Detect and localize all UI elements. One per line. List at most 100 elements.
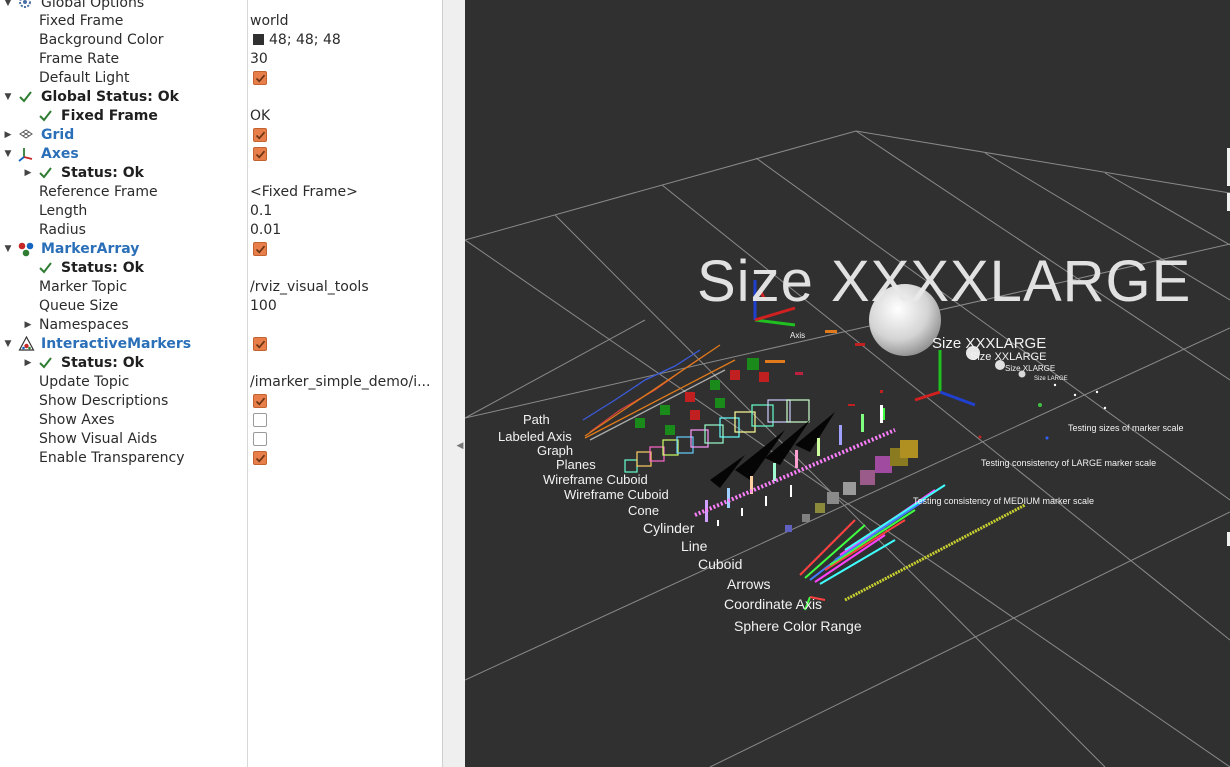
show-axes-label: Show Axes bbox=[39, 412, 115, 428]
expand-arrow-icon[interactable]: ▼ bbox=[2, 88, 14, 107]
cone-label: Cone bbox=[628, 503, 660, 518]
expand-arrow-icon[interactable]: ▼ bbox=[2, 145, 14, 164]
size-large-label: Size LARGE bbox=[1034, 376, 1068, 382]
row-axes[interactable]: ▼ Axes bbox=[0, 145, 442, 164]
checkmark-icon bbox=[38, 108, 54, 125]
frame-rate-label: Frame Rate bbox=[39, 51, 120, 67]
expand-arrow-icon[interactable]: ▼ bbox=[2, 240, 14, 259]
path-label: Path bbox=[523, 412, 550, 427]
fixed-frame-value[interactable]: world bbox=[250, 12, 289, 31]
cuboid-label: Cuboid bbox=[698, 556, 743, 572]
update-topic-value[interactable]: /imarker_simple_demo/i... bbox=[250, 373, 430, 392]
axis-tiny-label: Axis bbox=[790, 331, 806, 340]
wireframe-cuboid-label-2: Wireframe Cuboid bbox=[564, 487, 669, 502]
size-xxlarge-label: Size XXLARGE bbox=[970, 351, 1047, 363]
marker-array-status-label: Status: Ok bbox=[61, 260, 144, 276]
interactive-markers-label: InteractiveMarkers bbox=[41, 336, 192, 352]
collapse-panel-arrow-icon[interactable]: ◀ bbox=[455, 441, 465, 451]
row-length[interactable]: Length 0.1 bbox=[0, 202, 442, 221]
collapse-arrow-icon[interactable]: ▶ bbox=[22, 164, 34, 183]
row-interactive-markers[interactable]: ▼ InteractiveMarkers bbox=[0, 335, 442, 354]
interactive-markers-checkbox[interactable] bbox=[253, 337, 267, 351]
background-color-value[interactable]: 48; 48; 48 bbox=[253, 31, 341, 50]
show-descriptions-checkbox[interactable] bbox=[253, 394, 267, 408]
fixed-frame-status-value: OK bbox=[250, 108, 271, 124]
row-show-axes[interactable]: Show Axes bbox=[0, 411, 442, 430]
panel-splitter[interactable] bbox=[443, 0, 465, 767]
expand-arrow-icon[interactable]: ▼ bbox=[2, 335, 14, 354]
length-label: Length bbox=[39, 203, 88, 219]
queue-size-value[interactable]: 100 bbox=[250, 297, 277, 316]
row-reference-frame[interactable]: Reference Frame <Fixed Frame> bbox=[0, 183, 442, 202]
marker-array-checkbox[interactable] bbox=[253, 242, 267, 256]
color-swatch[interactable] bbox=[253, 34, 264, 45]
marker-array-label: MarkerArray bbox=[41, 241, 140, 257]
collapse-arrow-icon[interactable]: ▶ bbox=[2, 126, 14, 145]
marker-topic-value[interactable]: /rviz_visual_tools bbox=[250, 278, 369, 297]
row-marker-topic[interactable]: Marker Topic /rviz_visual_tools bbox=[0, 278, 442, 297]
row-fixed-frame[interactable]: Fixed Frame world bbox=[0, 12, 442, 31]
row-enable-transparency[interactable]: Enable Transparency bbox=[0, 449, 442, 468]
enable-transparency-label: Enable Transparency bbox=[39, 450, 185, 466]
length-value[interactable]: 0.1 bbox=[250, 202, 272, 221]
collapse-arrow-icon[interactable]: ▶ bbox=[22, 316, 34, 335]
background-color-label: Background Color bbox=[39, 32, 164, 48]
marker-array-icon bbox=[18, 241, 34, 258]
line-label: Line bbox=[681, 538, 708, 554]
grid-label: Grid bbox=[41, 127, 75, 143]
interactive-markers-icon bbox=[18, 335, 35, 353]
row-update-topic[interactable]: Update Topic /imarker_simple_demo/i... bbox=[0, 373, 442, 392]
queue-size-label: Queue Size bbox=[39, 298, 119, 314]
default-light-checkbox[interactable] bbox=[253, 71, 267, 85]
row-grid[interactable]: ▶ Grid bbox=[0, 126, 442, 145]
marker-topic-label: Marker Topic bbox=[39, 279, 128, 295]
row-frame-rate[interactable]: Frame Rate 30 bbox=[0, 50, 442, 69]
labeled-axis-label: Labeled Axis bbox=[498, 429, 572, 444]
row-fixed-frame-status[interactable]: Fixed Frame OK bbox=[0, 107, 442, 126]
global-status-label: Global Status: Ok bbox=[41, 89, 179, 105]
testing-sizes-label: Testing sizes of marker scale bbox=[1068, 423, 1184, 433]
row-marker-array-status[interactable]: Status: Ok bbox=[0, 259, 442, 278]
cylinder-label: Cylinder bbox=[643, 520, 695, 536]
row-marker-array[interactable]: ▼ MarkerArray bbox=[0, 240, 442, 259]
show-axes-checkbox[interactable] bbox=[253, 413, 267, 427]
row-global-status[interactable]: ▼ Global Status: Ok bbox=[0, 88, 442, 107]
row-namespaces[interactable]: ▶ Namespaces bbox=[0, 316, 442, 335]
grid-icon bbox=[19, 127, 35, 144]
path-marker bbox=[582, 344, 736, 441]
collapse-arrow-icon[interactable]: ▶ bbox=[22, 354, 34, 373]
reference-frame-value[interactable]: <Fixed Frame> bbox=[250, 183, 358, 202]
size-xxxlarge-label: Size XXXLARGE bbox=[932, 335, 1047, 352]
axes-checkbox[interactable] bbox=[253, 147, 267, 161]
row-background-color[interactable]: Background Color 48; 48; 48 bbox=[0, 31, 442, 50]
radius-value[interactable]: 0.01 bbox=[250, 221, 281, 240]
row-im-status[interactable]: ▶ Status: Ok bbox=[0, 354, 442, 373]
testing-medium-label: Testing consistency of MEDIUM marker sca… bbox=[913, 496, 1095, 506]
row-default-light[interactable]: Default Light bbox=[0, 69, 442, 88]
checkmark-icon bbox=[18, 89, 34, 106]
wireframe-cuboid-label-1: Wireframe Cuboid bbox=[543, 472, 648, 487]
row-queue-size[interactable]: Queue Size 100 bbox=[0, 297, 442, 316]
show-visual-aids-checkbox[interactable] bbox=[253, 432, 267, 446]
namespaces-label: Namespaces bbox=[39, 317, 129, 333]
axes-label: Axes bbox=[41, 146, 79, 162]
checkmark-icon bbox=[38, 165, 54, 182]
enable-transparency-checkbox[interactable] bbox=[253, 451, 267, 465]
update-topic-label: Update Topic bbox=[39, 374, 130, 390]
size-xxxxlarge-label: Size XXXXLARGE bbox=[697, 249, 1192, 314]
ground-grid bbox=[465, 130, 1230, 767]
checkmark-icon bbox=[38, 260, 54, 277]
reference-frame-label: Reference Frame bbox=[39, 184, 158, 200]
row-show-visual-aids[interactable]: Show Visual Aids bbox=[0, 430, 442, 449]
frame-rate-value[interactable]: 30 bbox=[250, 50, 268, 69]
render-viewport[interactable]: Size XXXXLARGE Size XXXLARGE Size XXLARG… bbox=[465, 0, 1230, 767]
row-radius[interactable]: Radius 0.01 bbox=[0, 221, 442, 240]
size-xlarge-label: Size XLARGE bbox=[1005, 364, 1056, 373]
graph-label: Graph bbox=[537, 443, 574, 458]
show-visual-aids-label: Show Visual Aids bbox=[39, 431, 158, 447]
row-show-descriptions[interactable]: Show Descriptions bbox=[0, 392, 442, 411]
row-axes-status[interactable]: ▶ Status: Ok bbox=[0, 164, 442, 183]
grid-checkbox[interactable] bbox=[253, 128, 267, 142]
show-descriptions-label: Show Descriptions bbox=[39, 393, 169, 409]
planes-label: Planes bbox=[556, 457, 596, 472]
